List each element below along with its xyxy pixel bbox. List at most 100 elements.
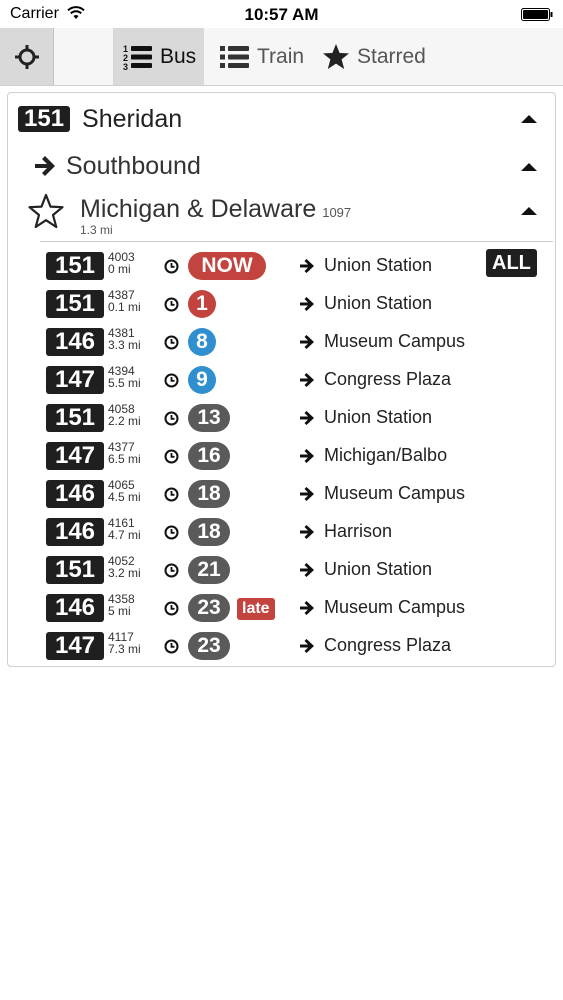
arrival-row[interactable]: 151 4387 0.1 mi 1 Union Station (8, 285, 557, 323)
tab-starred-label: Starred (357, 44, 426, 68)
clock-icon (164, 639, 179, 654)
arrow-right-icon (300, 639, 314, 653)
star-icon (323, 43, 349, 69)
clock-icon (164, 487, 179, 502)
arrow-right-icon (300, 297, 314, 311)
eta-badge: 18 (188, 518, 230, 546)
collapse-stop-icon[interactable] (521, 207, 537, 215)
vehicle-distance: 0 mi (108, 262, 131, 276)
stop-distance: 1.3 mi (80, 223, 113, 237)
arrow-right-icon (300, 411, 314, 425)
vehicle-distance: 7.3 mi (108, 642, 141, 656)
clock-icon (164, 373, 179, 388)
arrow-right-icon (300, 259, 314, 273)
arrival-row[interactable]: 146 4161 4.7 mi 18 Harrison (8, 513, 557, 551)
arrival-row[interactable]: 146 4065 4.5 mi 18 Museum Campus (8, 475, 557, 513)
arrival-row[interactable]: 147 4377 6.5 mi 16 Michigan/Balbo (8, 437, 557, 475)
arrow-right-icon (300, 525, 314, 539)
tab-bus-label: Bus (160, 44, 197, 68)
list-icon (220, 45, 249, 68)
arrival-row[interactable]: 146 4381 3.3 mi 8 Museum Campus (8, 323, 557, 361)
vehicle-distance: 4.7 mi (108, 528, 141, 542)
numbered-list-icon: 1 2 3 (123, 44, 152, 71)
arrow-right-icon (35, 156, 55, 176)
clock-icon (164, 297, 179, 312)
bus-route-badge: 146 (46, 328, 104, 356)
bus-route-badge: 146 (46, 480, 104, 508)
destination-label: Museum Campus (324, 597, 466, 617)
collapse-route-icon[interactable] (521, 115, 537, 123)
eta-badge: 1 (188, 290, 216, 318)
eta-badge: 8 (188, 328, 216, 356)
stop-id: 1097 (322, 205, 352, 220)
tab-bus[interactable]: 1 2 3 Bus (114, 28, 204, 85)
arrival-row[interactable]: 151 4003 0 mi NOW Union Station (8, 247, 557, 285)
stop-name-text: Michigan & Delaware (80, 195, 317, 223)
clock-icon (164, 563, 179, 578)
bus-route-badge: 147 (46, 632, 104, 660)
bus-route-badge: 151 (46, 290, 104, 318)
toolbar: 1 2 3 Bus Train Starred (0, 28, 563, 86)
eta-badge: 13 (188, 404, 230, 432)
crosshair-icon (14, 44, 39, 69)
destination-label: Museum Campus (324, 483, 466, 503)
arrival-row[interactable]: 147 4117 7.3 mi 23 Congress Plaza (8, 627, 557, 665)
arrival-row[interactable]: 147 4394 5.5 mi 9 Congress Plaza (8, 361, 557, 399)
status-time: 10:57 AM (244, 5, 319, 24)
eta-badge: 21 (188, 556, 230, 584)
destination-label: Museum Campus (324, 331, 466, 351)
route-name: Sheridan (82, 104, 183, 133)
route-card: 151 Sheridan Southbound Michigan & Delaw… (7, 92, 556, 667)
eta-badge: 18 (188, 480, 230, 508)
destination-label: Union Station (324, 559, 433, 579)
arrow-right-icon (300, 601, 314, 615)
clock-icon (164, 525, 179, 540)
vehicle-distance: 4.5 mi (108, 490, 141, 504)
eta-badge: 23 (188, 594, 230, 622)
arrow-right-icon (300, 449, 314, 463)
bus-route-badge: 151 (46, 404, 104, 432)
bus-route-badge: 151 (46, 252, 104, 280)
route-number-badge: 151 (18, 106, 71, 132)
arrival-row[interactable]: 151 4058 2.2 mi 13 Union Station (8, 399, 557, 437)
tab-train-label: Train (257, 44, 305, 68)
divider (40, 241, 553, 242)
stop-name: Michigan & Delaware 1097 (80, 195, 351, 224)
vehicle-distance: 0.1 mi (108, 300, 141, 314)
eta-badge: NOW (188, 252, 266, 280)
arrival-row[interactable]: 151 4052 3.2 mi 21 Union Station (8, 551, 557, 589)
clock-icon (164, 411, 179, 426)
late-badge: late (237, 598, 275, 620)
locate-button[interactable] (0, 28, 54, 85)
battery-icon (521, 8, 553, 21)
eta-badge: 23 (188, 632, 230, 660)
status-bar: Carrier 10:57 AM (0, 0, 563, 28)
arrival-row[interactable]: 146 4358 5 mi 23 late Museum Campus (8, 589, 557, 627)
clock-icon (164, 601, 179, 616)
bus-route-badge: 146 (46, 594, 104, 622)
vehicle-distance: 6.5 mi (108, 452, 141, 466)
arrow-right-icon (300, 487, 314, 501)
clock-icon (164, 449, 179, 464)
collapse-direction-icon[interactable] (521, 163, 537, 171)
bus-route-badge: 147 (46, 366, 104, 394)
direction-label: Southbound (66, 151, 201, 180)
destination-label: Michigan/Balbo (324, 445, 448, 465)
bus-route-badge: 146 (46, 518, 104, 546)
route-header[interactable]: 151 Sheridan (18, 105, 182, 133)
destination-label: Union Station (324, 407, 433, 427)
clock-icon (164, 335, 179, 350)
bus-route-badge: 151 (46, 556, 104, 584)
destination-label: Congress Plaza (324, 635, 452, 655)
svg-text:3: 3 (123, 62, 128, 71)
clock-icon (164, 259, 179, 274)
arrow-right-icon (300, 563, 314, 577)
vehicle-distance: 5.5 mi (108, 376, 141, 390)
vehicle-distance: 2.2 mi (108, 414, 141, 428)
tab-train[interactable]: Train (216, 28, 316, 85)
destination-label: Union Station (324, 293, 433, 313)
direction-row[interactable]: Southbound (34, 151, 201, 181)
tab-starred[interactable]: Starred (320, 28, 440, 85)
vehicle-distance: 3.3 mi (108, 338, 141, 352)
star-outline-icon[interactable] (28, 193, 64, 229)
